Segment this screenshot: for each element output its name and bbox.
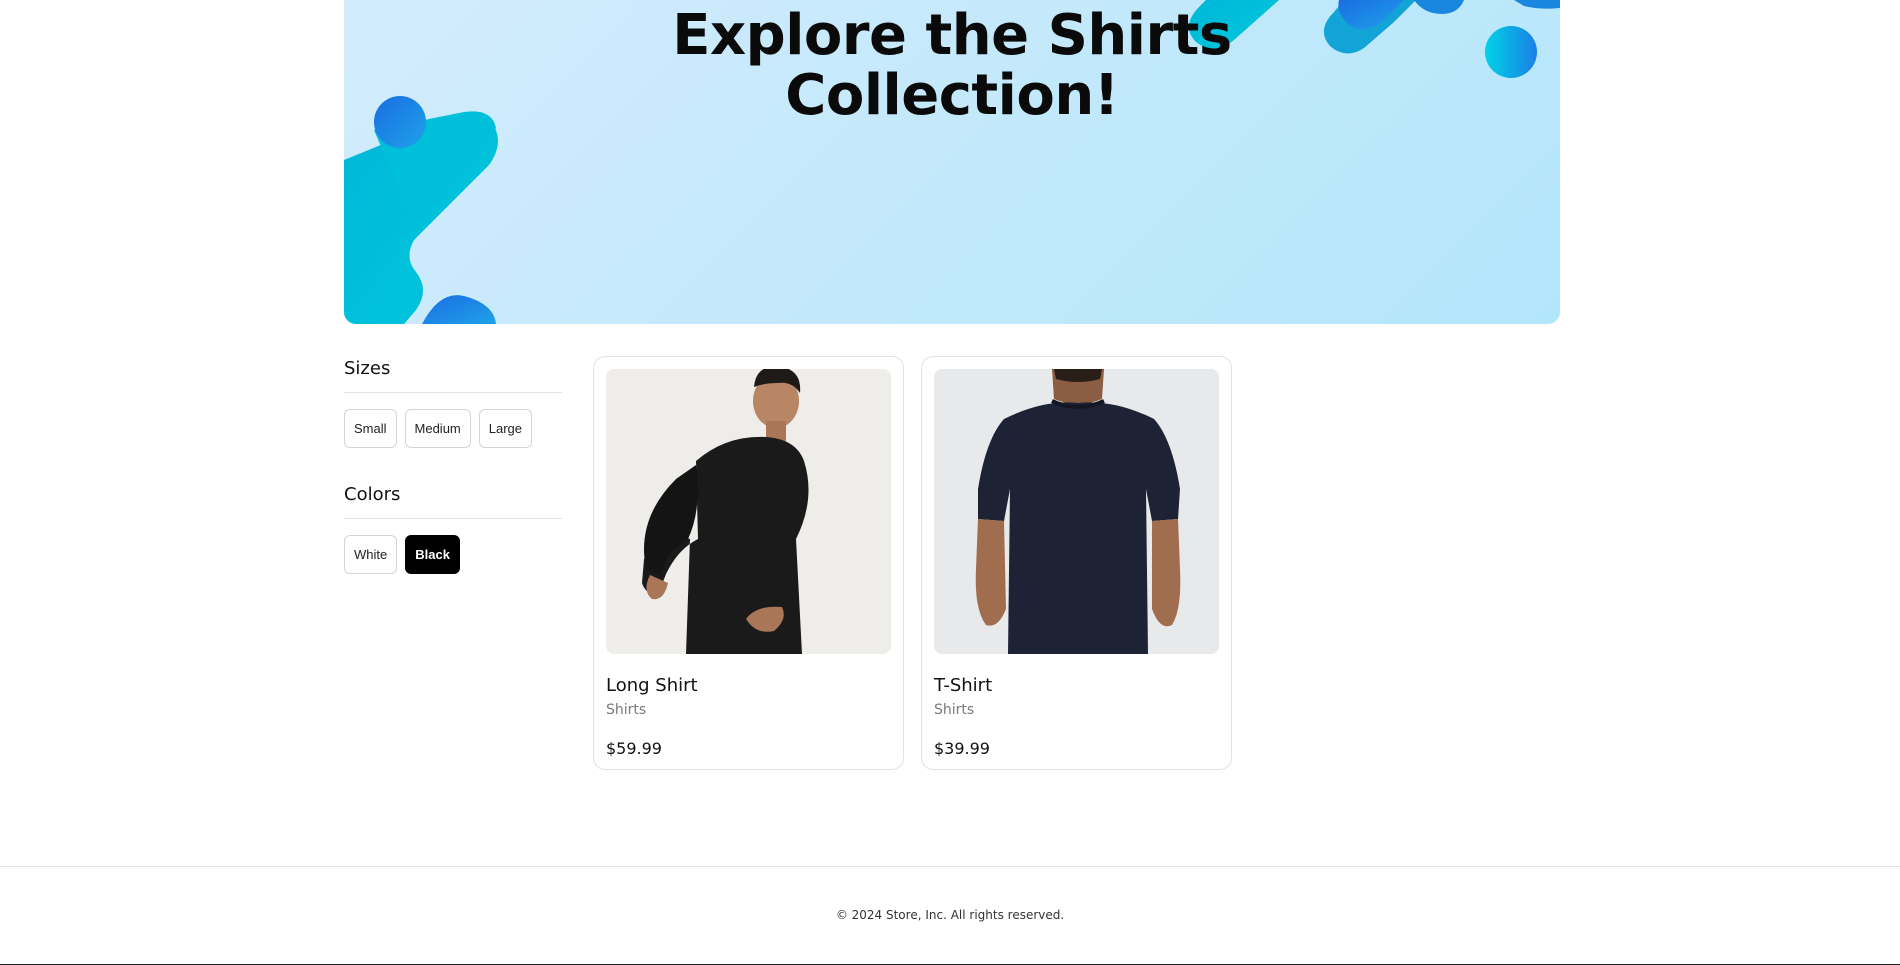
- size-medium-button[interactable]: Medium: [404, 409, 471, 448]
- filter-sidebar: Sizes Small Medium Large Colors White Bl…: [344, 356, 562, 574]
- colors-options: White Black: [344, 535, 562, 574]
- colors-divider: [344, 518, 562, 519]
- product-card[interactable]: T-Shirt Shirts $39.99: [921, 356, 1232, 770]
- product-price: $39.99: [934, 739, 990, 758]
- product-category: Shirts: [606, 702, 647, 718]
- sizes-divider: [344, 392, 562, 393]
- banner-title-line-1: Explore the Shirts: [672, 3, 1232, 68]
- product-grid: Long Shirt Shirts $59.99 T-Shirt Shirts …: [593, 356, 1232, 770]
- colors-heading: Colors: [344, 484, 401, 505]
- color-white-button[interactable]: White: [344, 535, 398, 574]
- product-card[interactable]: Long Shirt Shirts $59.99: [593, 356, 904, 770]
- colors-filter: Colors White Black: [344, 482, 562, 574]
- footer-copyright: © 2024 Store, Inc. All rights reserved.: [835, 908, 1065, 922]
- product-price: $59.99: [606, 739, 662, 758]
- hero-banner: Explore the Shirts Collection!: [344, 0, 1560, 324]
- size-small-button[interactable]: Small: [344, 409, 397, 448]
- size-large-button[interactable]: Large: [478, 409, 533, 448]
- banner-title: Explore the Shirts Collection!: [344, 6, 1560, 126]
- product-name[interactable]: T-Shirt: [934, 674, 1219, 698]
- product-category: Shirts: [934, 702, 975, 718]
- product-image-long-shirt[interactable]: [606, 369, 891, 654]
- banner-title-line-2: Collection!: [785, 63, 1119, 128]
- product-name[interactable]: Long Shirt: [606, 674, 891, 698]
- color-black-button[interactable]: Black: [405, 535, 460, 574]
- sizes-heading: Sizes: [344, 358, 391, 379]
- site-footer: © 2024 Store, Inc. All rights reserved.: [0, 866, 1900, 965]
- sizes-filter: Sizes Small Medium Large: [344, 356, 562, 448]
- sizes-options: Small Medium Large: [344, 409, 562, 448]
- product-image-t-shirt[interactable]: [934, 369, 1219, 654]
